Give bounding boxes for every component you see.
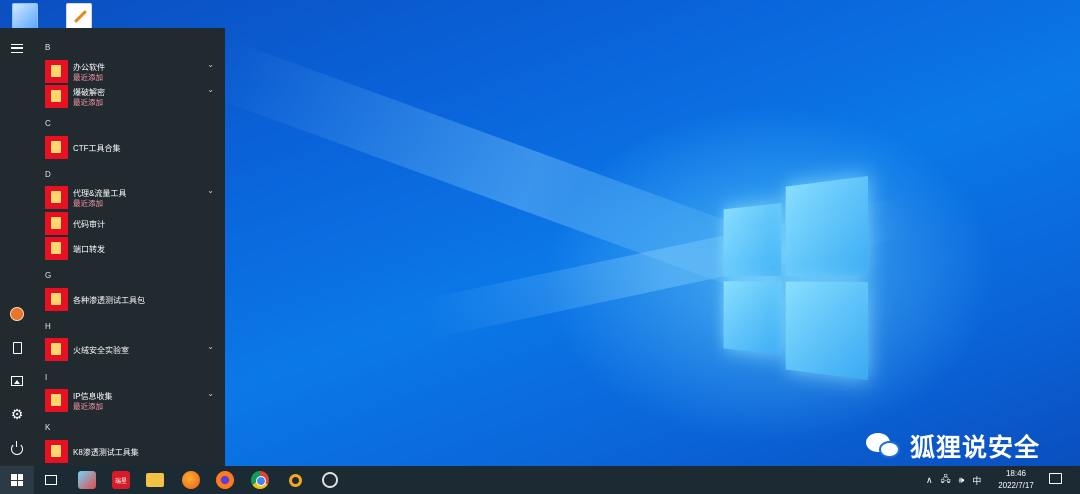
app-item[interactable]: K8渗透测试工具集 — [44, 440, 222, 464]
group-letter[interactable]: G — [45, 271, 51, 280]
app-item[interactable]: CTF工具合集 — [44, 136, 222, 160]
recently-added-label: 最近添加 — [73, 98, 103, 107]
search-tool-button[interactable] — [278, 466, 312, 494]
folder-icon — [45, 440, 68, 463]
ime-indicator[interactable]: 中 — [972, 474, 981, 487]
recently-added-label: 最近添加 — [73, 199, 103, 208]
task-view-icon — [45, 475, 57, 485]
wechat-icon — [866, 431, 904, 461]
folder-icon — [45, 60, 68, 83]
firefox-button[interactable] — [174, 466, 208, 494]
documents-button[interactable] — [0, 333, 34, 363]
app-name: CTF工具合集 — [73, 144, 121, 153]
user-account-button[interactable] — [0, 299, 34, 329]
clock[interactable]: 18:46 2022/7/17 — [990, 468, 1042, 492]
folder-icon — [45, 136, 68, 159]
chrome-icon — [251, 471, 269, 489]
pictures-icon — [11, 376, 23, 386]
chevron-down-icon[interactable]: ⌄ — [207, 60, 214, 69]
chevron-down-icon[interactable]: ⌄ — [207, 342, 214, 351]
app-name: K8渗透测试工具集 — [73, 448, 139, 457]
folder-icon — [45, 85, 68, 108]
red-app-icon: 瑞星 — [112, 471, 130, 489]
show-hidden-icons-button[interactable]: ∧ — [926, 475, 933, 486]
start-menu-rail: ⚙ — [0, 28, 34, 466]
menu-icon — [11, 43, 23, 53]
windows-wallpaper-logo — [723, 176, 868, 380]
this-pc-desktop-icon[interactable] — [12, 3, 38, 29]
app-item[interactable]: 代理&流量工具 最近添加 ⌄ — [44, 186, 222, 210]
folder-icon — [45, 389, 68, 412]
watermark-text: 狐狸说安全 — [910, 433, 1041, 462]
recently-added-label: 最近添加 — [73, 73, 103, 82]
file-explorer-icon — [146, 473, 164, 487]
search-tool-icon — [288, 473, 302, 487]
firefox-icon — [182, 471, 200, 489]
chrome-button[interactable] — [243, 466, 277, 494]
app-name: 代码审计 — [73, 220, 105, 229]
folder-icon — [45, 237, 68, 260]
task-view-button[interactable] — [34, 466, 68, 494]
file-explorer-button[interactable] — [138, 466, 172, 494]
unity-button[interactable] — [313, 466, 347, 494]
app-item[interactable]: 爆破解密 最近添加 ⌄ — [44, 85, 222, 109]
group-letter[interactable]: D — [45, 170, 51, 179]
app-item[interactable]: 火绒安全实验室 ⌄ — [44, 338, 222, 362]
group-letter[interactable]: K — [45, 423, 50, 432]
group-letter[interactable]: I — [45, 373, 47, 382]
recently-added-label: 最近添加 — [73, 402, 103, 411]
app-name: 各种渗透测试工具包 — [73, 296, 145, 305]
power-icon — [11, 441, 23, 455]
taskbar: 瑞星 ∧ 🖧 🕪 中 18:46 2022/7/17 — [0, 466, 1080, 494]
windows-logo-icon — [11, 474, 23, 486]
group-letter[interactable]: C — [45, 119, 51, 128]
folder-icon — [45, 338, 68, 361]
power-button[interactable] — [0, 434, 34, 464]
app-item[interactable]: 各种渗透测试工具包 — [44, 288, 222, 312]
network-icon[interactable]: 🖧 — [941, 472, 951, 488]
app-item[interactable]: 代码审计 — [44, 212, 222, 236]
app-item[interactable]: 端口转发 — [44, 237, 222, 261]
clock-time: 18:46 — [1005, 469, 1027, 478]
chevron-down-icon[interactable]: ⌄ — [207, 389, 214, 398]
settings-icon: ⚙ — [10, 406, 24, 422]
volume-icon[interactable]: 🕪 — [959, 475, 965, 486]
drawing-app-desktop-icon[interactable] — [66, 3, 92, 29]
app-item[interactable]: 办公软件 最近添加 ⌄ — [44, 60, 222, 84]
chevron-down-icon[interactable]: ⌄ — [207, 186, 214, 195]
notification-center-icon[interactable] — [1049, 473, 1062, 484]
app-name: 火绒安全实验室 — [73, 346, 129, 355]
system-tray: ∧ 🖧 🕪 中 — [926, 466, 981, 494]
firefox-dev-icon — [216, 471, 234, 489]
user-avatar — [10, 307, 24, 321]
start-button[interactable] — [0, 466, 34, 494]
clock-date: 2022/7/17 — [998, 481, 1034, 490]
red-app-button[interactable]: 瑞星 — [104, 466, 138, 494]
start-menu: ⚙ B 办公软件 最近添加 ⌄ 爆破解密 最近添加 ⌄ C CTF工具合集 D … — [0, 28, 225, 466]
chevron-down-icon[interactable]: ⌄ — [207, 85, 214, 94]
group-letter[interactable]: H — [45, 322, 51, 331]
wechat-watermark: 狐狸说安全 — [866, 428, 1040, 464]
folder-icon — [45, 288, 68, 311]
app-list: B 办公软件 最近添加 ⌄ 爆破解密 最近添加 ⌄ C CTF工具合集 D 代理… — [34, 28, 225, 466]
folder-icon — [45, 212, 68, 235]
settings-button[interactable]: ⚙ — [0, 399, 34, 429]
folder-icon — [45, 186, 68, 209]
group-letter[interactable]: B — [45, 43, 50, 52]
app-item[interactable]: IP信息收集 最近添加 ⌄ — [44, 389, 222, 413]
firefox-dev-button[interactable] — [208, 466, 242, 494]
screenshot-tool-icon — [78, 471, 96, 489]
documents-icon — [12, 342, 22, 354]
unity-icon — [322, 472, 338, 488]
pictures-button[interactable] — [0, 366, 34, 396]
menu-button[interactable] — [0, 33, 34, 63]
app-name: 端口转发 — [73, 245, 105, 254]
screenshot-tool-button[interactable] — [70, 466, 104, 494]
